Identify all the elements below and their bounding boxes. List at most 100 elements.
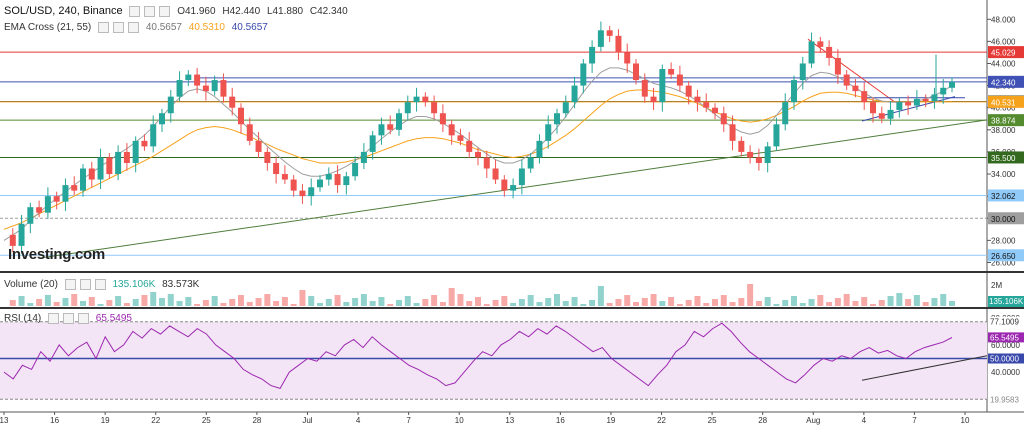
candle-body — [378, 124, 385, 136]
candle-body — [246, 124, 253, 141]
volume-bar — [668, 297, 675, 306]
candle-body — [299, 190, 306, 197]
volume-bar — [80, 301, 86, 306]
candle-body — [115, 151, 122, 175]
volume-bar — [852, 301, 859, 306]
candle-body — [229, 96, 236, 108]
volume-bar — [255, 298, 262, 306]
close-icon[interactable] — [94, 279, 106, 290]
volume-bar — [571, 297, 578, 306]
level-label: 45.029 — [991, 49, 1016, 58]
level-label: 30.000 — [991, 215, 1016, 224]
volume-bar — [913, 295, 920, 306]
volume-bar — [413, 303, 420, 306]
time-tick-label: 16 — [50, 416, 59, 425]
candle-body — [597, 30, 604, 47]
close-icon[interactable] — [128, 22, 140, 33]
volume-bar — [439, 302, 446, 306]
candle-body — [150, 124, 157, 147]
visibility-icon[interactable] — [144, 5, 156, 17]
volume-bar — [44, 295, 51, 306]
volume-bar — [325, 299, 332, 306]
investing-logo: Investing.com — [8, 246, 105, 263]
volume-bar — [518, 299, 525, 306]
price-header: SOL/USD, 240, Binance O41.960 H42.440 L4… — [4, 5, 352, 17]
price-tick-label: 34.000 — [991, 170, 1016, 179]
visibility-icon[interactable] — [113, 22, 125, 33]
candle-body — [641, 80, 648, 97]
volume-bar — [334, 295, 341, 306]
candle-body — [799, 63, 806, 81]
close-icon[interactable] — [78, 313, 90, 324]
volume-bar — [360, 294, 367, 306]
volume-label: Volume (20) — [4, 279, 58, 291]
candle-body — [571, 85, 578, 103]
candle-body — [676, 74, 683, 86]
volume-bar — [676, 304, 683, 306]
volume-bar — [97, 304, 104, 306]
volume-bar — [71, 294, 78, 306]
rsi-header: RSI (14) 65.5495 — [4, 313, 136, 324]
volume-axis-label: 2M — [991, 281, 1002, 290]
candle-body — [53, 196, 60, 202]
time-tick-label: 25 — [202, 416, 211, 425]
close-icon[interactable] — [159, 5, 171, 17]
candle-body — [817, 41, 824, 47]
candle-body — [518, 168, 525, 186]
time-tick-label: 13 — [0, 416, 9, 425]
time-tick-label: 16 — [556, 416, 565, 425]
candle-body — [18, 223, 25, 246]
time-tick-label: Jul — [302, 416, 312, 425]
candle-body — [668, 69, 675, 75]
settings-icon[interactable] — [98, 22, 110, 33]
volume-bar — [290, 304, 297, 306]
candle-body — [185, 74, 192, 81]
settings-icon[interactable] — [48, 313, 60, 324]
volume-bar — [940, 294, 947, 306]
candle-body — [527, 157, 534, 169]
volume-bar — [18, 296, 25, 306]
rsi-level-label: 50.0000 — [990, 355, 1019, 364]
volume-bar — [536, 302, 543, 306]
close-value: C42.340 — [309, 6, 348, 17]
volume-bar — [115, 296, 122, 306]
time-tick-label: 25 — [708, 416, 717, 425]
settings-icon[interactable] — [129, 5, 141, 17]
volume-bar — [527, 295, 534, 306]
price-tick-label: 38.000 — [991, 126, 1016, 135]
time-tick-label: 19 — [101, 416, 110, 425]
candle-body — [88, 168, 95, 180]
time-tick-label: 13 — [505, 416, 514, 425]
candle-body — [404, 102, 411, 114]
candle-body — [27, 207, 34, 224]
volume-bar — [720, 295, 727, 306]
volume-bar — [703, 303, 710, 306]
visibility-icon[interactable] — [63, 313, 75, 324]
candle-body — [132, 140, 139, 163]
candle-body — [624, 52, 631, 64]
ema-value-1: 40.5657 — [145, 22, 182, 34]
candle-body — [176, 80, 183, 97]
price-tick-label: 48.000 — [991, 15, 1016, 24]
candle-body — [826, 46, 833, 58]
candle-body — [396, 113, 402, 130]
price-tick-label: 28.000 — [991, 236, 1016, 245]
volume-bar — [281, 297, 288, 306]
volume-bar — [387, 304, 394, 306]
volume-bar — [422, 299, 429, 306]
symbol-label: SOL/USD, 240, Binance — [4, 5, 123, 17]
chart-canvas: 48.00046.00044.00042.00040.00038.00036.0… — [0, 0, 1024, 427]
settings-icon[interactable] — [64, 279, 76, 290]
candle-body — [281, 174, 288, 180]
volume-bar — [185, 297, 192, 306]
candle-body — [290, 179, 297, 191]
candle-body — [211, 80, 218, 92]
candle-body — [308, 187, 315, 197]
visibility-icon[interactable] — [79, 279, 91, 290]
volume-bar — [861, 297, 868, 306]
level-label: 38.874 — [991, 117, 1016, 126]
volume-header: Volume (20) 135.106K 83.573K — [4, 279, 203, 290]
volume-bar — [931, 298, 938, 306]
candle-body — [747, 151, 754, 158]
volume-bar — [606, 303, 613, 306]
